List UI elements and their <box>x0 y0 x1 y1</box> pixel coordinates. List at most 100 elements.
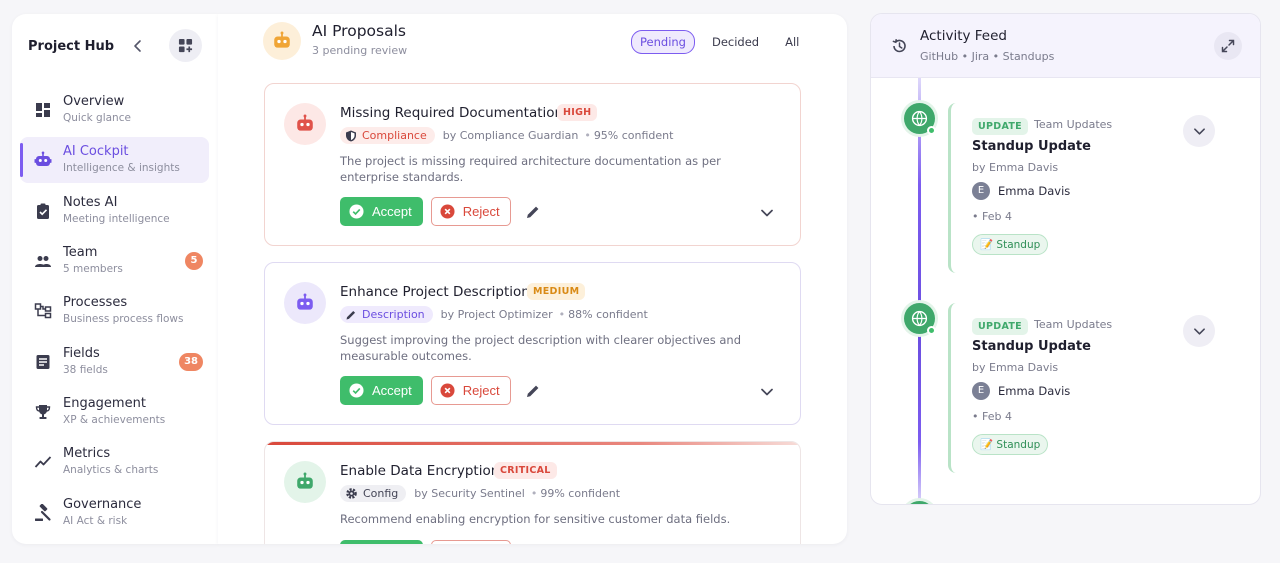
proposal-description: The project is missing required architec… <box>340 154 721 184</box>
shield-icon <box>346 130 356 141</box>
sidebar-item-subtitle: Meeting intelligence <box>63 213 170 225</box>
entry-title: Standup Update <box>972 339 1091 354</box>
x-circle-icon <box>440 204 455 219</box>
clipboard-icon <box>37 203 49 219</box>
chevron-down-icon <box>1193 327 1205 335</box>
flow-icon <box>34 303 52 319</box>
gear-icon <box>346 488 357 499</box>
pencil-icon[interactable] <box>525 383 541 399</box>
avatar: E <box>972 382 990 400</box>
proposal-filter-tabs: Pending Decided All <box>631 30 816 54</box>
expand-entry-button[interactable] <box>1183 115 1215 147</box>
accept-button[interactable]: Accept <box>340 197 423 226</box>
x-circle-icon <box>440 383 455 398</box>
agent-name: by Compliance Guardian <box>442 129 579 142</box>
timeline-node <box>904 303 936 335</box>
sidebar-item-label: Team <box>63 245 98 260</box>
person-name: Emma Davis <box>998 184 1071 198</box>
proposal-card: Missing Required Documentation HIGH Comp… <box>264 83 801 246</box>
robot-icon <box>297 472 313 489</box>
entry-source: Team Updates <box>1034 318 1113 331</box>
proposal-actions: Accept Reject <box>340 540 525 544</box>
accept-label: Accept <box>372 383 412 398</box>
collapse-sidebar-button[interactable] <box>130 38 146 54</box>
chevron-down-icon[interactable] <box>760 385 774 399</box>
avatar: E <box>972 182 990 200</box>
sidebar-item-label: Metrics <box>63 446 111 461</box>
trend-icon <box>34 456 52 468</box>
category-chip: Compliance <box>340 127 435 144</box>
activity-entry: UPDATE Team Updates Standup Update by Em… <box>948 303 1248 473</box>
sidebar-item-metrics[interactable]: Metrics Analytics & charts <box>20 439 209 485</box>
entry-tag-chip[interactable]: 📝 Standup <box>972 434 1049 455</box>
chevron-left-icon <box>134 40 141 52</box>
sidebar-item-label: Overview <box>63 94 125 109</box>
activity-feed-header: Activity Feed GitHub • Jira • Standups <box>871 14 1260 78</box>
check-circle-icon <box>349 204 364 219</box>
reject-label: Reject <box>462 383 500 398</box>
page-title: AI Proposals <box>312 22 406 40</box>
team-count-badge: 5 <box>185 252 203 270</box>
filter-all[interactable]: All <box>776 30 808 54</box>
expand-feed-button[interactable] <box>1214 32 1242 60</box>
timeline-node <box>904 501 935 504</box>
sidebar-item-team[interactable]: Team 5 members 5 <box>20 238 209 284</box>
reject-button[interactable]: Reject <box>430 376 511 405</box>
ai-proposals-panel: AI Proposals 3 pending review Pending De… <box>218 14 847 544</box>
filter-pending[interactable]: Pending <box>631 30 695 54</box>
confidence: 99% confident <box>540 487 621 500</box>
agent-avatar <box>284 282 326 324</box>
sidebar-item-notes-ai[interactable]: Notes AI Meeting intelligence <box>20 188 209 234</box>
sidebar-item-governance[interactable]: Governance AI Act & risk <box>20 490 209 536</box>
agent-avatar <box>284 461 326 503</box>
gavel-icon <box>35 504 51 521</box>
pencil-icon[interactable] <box>525 204 541 220</box>
entry-title: Standup Update <box>972 139 1091 154</box>
agent-name: by Project Optimizer <box>440 308 553 321</box>
chevron-down-icon <box>1193 127 1205 135</box>
agent-name: by Security Sentinel <box>414 487 525 500</box>
sidebar-item-engagement[interactable]: Engagement XP & achievements <box>20 389 209 435</box>
proposals-avatar <box>263 22 301 60</box>
dashboard-icon <box>36 103 50 117</box>
expand-entry-button[interactable] <box>1183 315 1215 347</box>
entry-date: • Feb 4 <box>972 410 1012 423</box>
sidebar-item-subtitle: Intelligence & insights <box>63 162 180 174</box>
accept-label: Accept <box>372 204 412 219</box>
entry-type-badge: UPDATE <box>972 318 1028 335</box>
entry-tag-chip[interactable]: 📝 Standup <box>972 234 1049 255</box>
sidebar-item-overview[interactable]: Overview Quick glance <box>20 87 209 133</box>
sidebar-item-label: Engagement <box>63 396 146 411</box>
proposal-title: Missing Required Documentation <box>340 105 564 121</box>
sidebar-item-label: Processes <box>63 295 128 310</box>
filter-decided[interactable]: Decided <box>703 30 768 54</box>
sidebar-item-subtitle: Analytics & charts <box>63 464 159 476</box>
category-label: Config <box>363 487 399 500</box>
robot-icon <box>34 151 52 166</box>
critical-bar <box>265 442 800 445</box>
sidebar-item-ai-cockpit[interactable]: AI Cockpit Intelligence & insights <box>20 137 209 183</box>
category-label: Description <box>362 308 425 321</box>
robot-icon <box>274 31 290 48</box>
sidebar-item-fields[interactable]: Fields 38 fields 38 <box>20 339 209 385</box>
check-circle-icon <box>349 383 364 398</box>
proposal-actions: Accept Reject <box>340 197 541 226</box>
severity-badge: HIGH <box>557 104 598 121</box>
entry-type-badge: UPDATE <box>972 118 1028 135</box>
category-chip: Description <box>340 306 433 323</box>
pencil-icon <box>346 310 356 319</box>
entry-author: by Emma Davis <box>972 361 1059 374</box>
activity-feed-title: Activity Feed <box>920 28 1007 44</box>
chevron-down-icon[interactable] <box>760 206 774 220</box>
list-icon <box>36 355 50 369</box>
reject-button[interactable]: Reject <box>430 540 511 544</box>
timeline-node <box>904 103 936 135</box>
reject-button[interactable]: Reject <box>430 197 511 226</box>
accept-button[interactable]: Accept <box>340 376 423 405</box>
severity-badge: MEDIUM <box>527 283 586 300</box>
globe-icon <box>911 110 928 127</box>
sidebar-item-processes[interactable]: Processes Business process flows <box>20 288 209 334</box>
accept-button[interactable]: Accept <box>340 540 423 544</box>
add-widget-button[interactable] <box>169 29 202 62</box>
proposal-card: Enable Data Encryption CRITICAL Config b… <box>264 441 801 544</box>
